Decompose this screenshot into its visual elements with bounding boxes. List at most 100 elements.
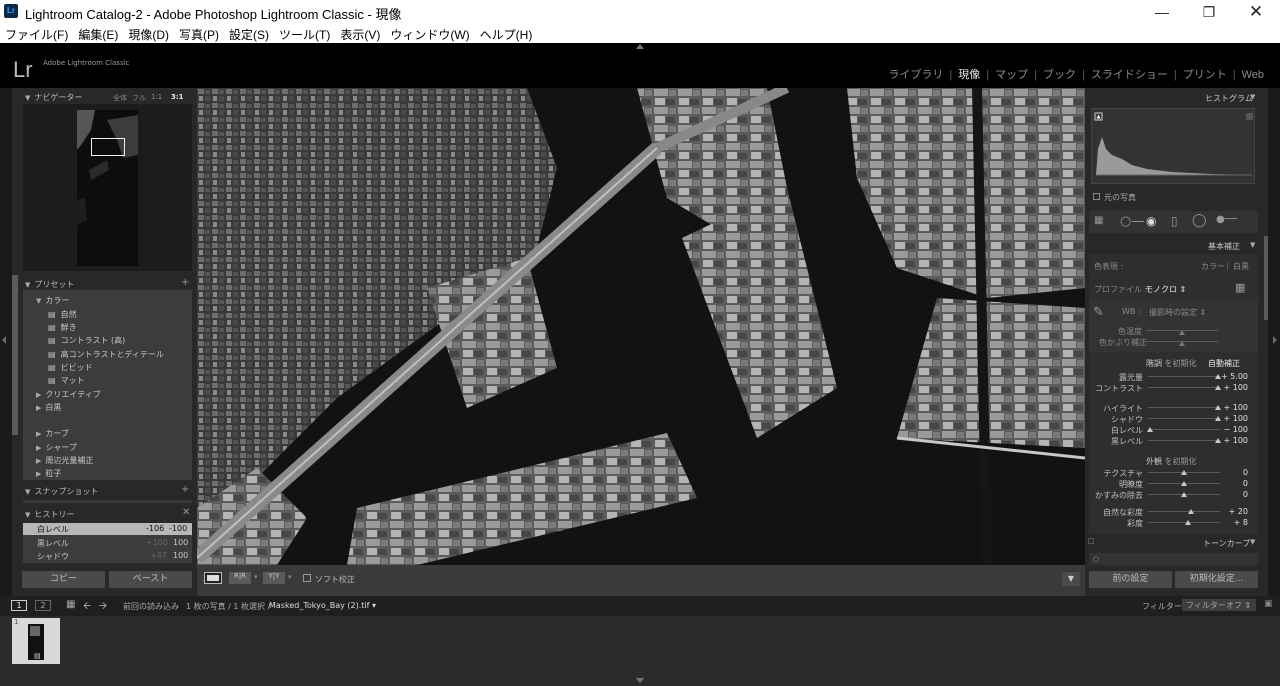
window-2-button[interactable]: 2: [35, 600, 51, 611]
presence-knob[interactable]: [1181, 470, 1187, 475]
dropdown-arrow-icon[interactable]: ▾: [254, 573, 258, 581]
clear-history-icon[interactable]: ✕: [182, 507, 190, 518]
presence-slider[interactable]: [1148, 511, 1220, 512]
preset-item[interactable]: ▤ マット: [48, 375, 85, 386]
adjustment-brush-icon[interactable]: ●──: [1216, 214, 1237, 225]
menu-develop[interactable]: 現像(D): [123, 23, 174, 43]
before-after-view-icon[interactable]: R|R: [229, 572, 251, 584]
menu-file[interactable]: ファイル(F): [0, 23, 73, 43]
filter-select[interactable]: フィルターオフ ⇕: [1182, 599, 1256, 611]
collapse-triangle-icon[interactable]: ▼: [1250, 538, 1255, 546]
left-panel-toggle-icon[interactable]: [2, 336, 6, 344]
presence-knob[interactable]: [1188, 509, 1195, 514]
window-1-button[interactable]: 1: [11, 600, 27, 611]
wb-select[interactable]: 撮影時の設定 ⇕: [1149, 307, 1206, 318]
menu-tools[interactable]: ツール(T): [274, 23, 335, 43]
dropdown-arrow-icon[interactable]: ▾: [288, 573, 292, 581]
paste-button[interactable]: ペースト: [109, 571, 192, 588]
preset-item[interactable]: ▤ 鮮き: [48, 322, 77, 333]
preset-group-creative[interactable]: ▶ クリエイティブ: [36, 389, 101, 400]
tone-slider[interactable]: [1148, 407, 1220, 408]
treatment-bw[interactable]: 白黒: [1233, 261, 1249, 272]
previous-settings-button[interactable]: 前の設定: [1089, 571, 1172, 588]
menu-view[interactable]: 表示(V): [335, 23, 385, 43]
module-slideshow[interactable]: スライドショー: [1085, 69, 1174, 81]
preset-item[interactable]: ▤ 高コントラストとディテール: [48, 349, 164, 360]
filter-lock-icon[interactable]: ▣: [1264, 599, 1273, 609]
menu-photo[interactable]: 写真(P): [174, 23, 224, 43]
add-preset-icon[interactable]: +: [181, 277, 189, 288]
module-web[interactable]: Web: [1236, 69, 1270, 81]
preset-group-curve[interactable]: ▶ カーブ: [36, 428, 69, 439]
history-row[interactable]: 黒レベル +100 100: [23, 537, 192, 549]
presence-value[interactable]: + 8: [1218, 518, 1248, 527]
presence-value[interactable]: 0: [1218, 490, 1248, 499]
toolbar-menu-icon[interactable]: ▼: [1062, 572, 1080, 586]
menu-edit[interactable]: 編集(E): [73, 23, 123, 43]
crop-icon[interactable]: ▦: [1094, 215, 1103, 226]
right-scrollbar[interactable]: [1264, 236, 1268, 320]
photo-canvas[interactable]: [197, 88, 1085, 565]
profile-browser-icon[interactable]: ▦: [1235, 281, 1245, 294]
tint-knob[interactable]: [1179, 341, 1185, 346]
add-snapshot-icon[interactable]: +: [181, 484, 189, 495]
presence-value[interactable]: 0: [1218, 479, 1248, 488]
source-label[interactable]: 前回の読み込み: [123, 601, 179, 612]
tone-value[interactable]: + 100: [1218, 403, 1248, 412]
left-scrollbar[interactable]: [12, 275, 18, 435]
preset-item[interactable]: ▤ 自然: [48, 309, 77, 320]
history-header[interactable]: ▼ ヒストリー: [25, 509, 74, 520]
graduated-filter-icon[interactable]: ▯: [1171, 214, 1178, 228]
menu-help[interactable]: ヘルプ(H): [475, 23, 538, 43]
preset-item[interactable]: ▤ ビビッド: [48, 362, 93, 373]
collapse-bottom-arrow-icon[interactable]: [636, 678, 644, 683]
navigator-thumbnail[interactable]: [77, 110, 138, 266]
collapse-top-arrow-icon[interactable]: [636, 44, 644, 49]
tone-slider[interactable]: [1148, 376, 1220, 377]
reset-button[interactable]: 初期化設定...: [1175, 571, 1258, 588]
navigator-view-rect[interactable]: [91, 138, 125, 156]
zoom-1-1[interactable]: 1:1: [151, 93, 162, 101]
treatment-color[interactable]: カラー: [1201, 261, 1225, 272]
copy-button[interactable]: コピー: [22, 571, 105, 588]
maximize-button[interactable]: ❐: [1194, 2, 1224, 22]
menu-settings[interactable]: 設定(S): [224, 23, 274, 43]
preset-group-sharpen[interactable]: ▶ シャープ: [36, 442, 77, 453]
tone-value[interactable]: + 100: [1218, 383, 1248, 392]
spot-removal-icon[interactable]: ○—: [1120, 214, 1144, 229]
grid-view-icon[interactable]: ▦: [66, 599, 75, 610]
module-develop[interactable]: 現像: [952, 69, 986, 81]
history-row[interactable]: シャドウ +47 100: [23, 550, 192, 562]
menu-window[interactable]: ウィンドウ(W): [385, 23, 474, 43]
softproof-checkbox[interactable]: [303, 574, 311, 582]
presence-knob[interactable]: [1181, 481, 1187, 486]
tone-slider[interactable]: [1148, 418, 1220, 419]
zoom-fit[interactable]: 全体: [113, 93, 127, 103]
loupe-view-icon[interactable]: [204, 572, 222, 584]
right-panel-toggle-icon[interactable]: [1273, 336, 1277, 344]
auto-button[interactable]: 自動補正: [1208, 358, 1240, 369]
presets-header[interactable]: ▼ プリセット: [25, 279, 74, 290]
filename-dropdown[interactable]: Masked_Tokyo_Bay (2).tif ▾: [269, 601, 376, 610]
back-arrow-icon[interactable]: 🡨: [83, 599, 91, 616]
module-book[interactable]: ブック: [1037, 69, 1082, 81]
tone-slider[interactable]: [1148, 440, 1220, 441]
redeye-icon[interactable]: ◉: [1146, 214, 1156, 228]
presence-knob[interactable]: [1184, 520, 1191, 525]
before-after-swap-icon[interactable]: Y|Y: [263, 572, 285, 584]
preset-group-color[interactable]: ▼ カラー: [36, 295, 69, 306]
preset-group-grain[interactable]: ▶ 粒子: [36, 468, 61, 479]
tone-slider[interactable]: [1148, 429, 1220, 430]
profile-select[interactable]: モノクロ ⇕: [1145, 284, 1186, 295]
panel-switch-icon[interactable]: □: [1088, 537, 1095, 545]
tone-knob[interactable]: [1147, 427, 1154, 432]
minimize-button[interactable]: —: [1147, 2, 1177, 22]
module-library[interactable]: ライブラリ: [882, 69, 949, 81]
presence-value[interactable]: + 20: [1218, 507, 1248, 516]
tone-value[interactable]: + 100: [1218, 436, 1248, 445]
radial-filter-icon[interactable]: ◯: [1192, 213, 1207, 228]
temp-knob[interactable]: [1179, 330, 1185, 335]
presence-knob[interactable]: [1181, 492, 1187, 497]
original-photo-checkbox[interactable]: [1093, 193, 1100, 200]
history-row-selected[interactable]: 白レベル -106 -100: [23, 523, 192, 535]
